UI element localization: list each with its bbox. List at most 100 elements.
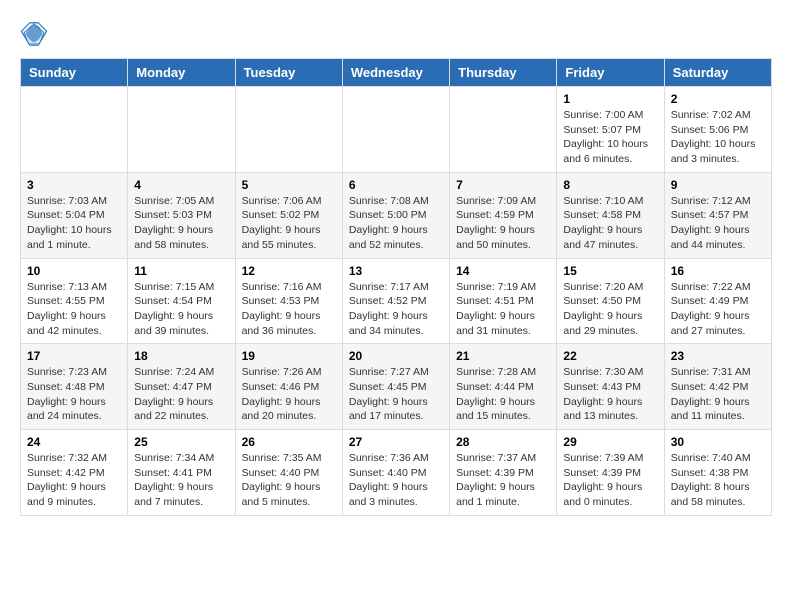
weekday-header-cell: Tuesday [235, 59, 342, 87]
day-number: 25 [134, 435, 228, 449]
day-info: Sunrise: 7:30 AM Sunset: 4:43 PM Dayligh… [563, 365, 657, 424]
day-number: 19 [242, 349, 336, 363]
calendar-week-row: 10 Sunrise: 7:13 AM Sunset: 4:55 PM Dayli… [21, 258, 772, 344]
calendar-day-cell: 26 Sunrise: 7:35 AM Sunset: 4:40 PM Dayli… [235, 430, 342, 516]
calendar-day-cell: 6 Sunrise: 7:08 AM Sunset: 5:00 PM Daylig… [342, 172, 449, 258]
day-info: Sunrise: 7:15 AM Sunset: 4:54 PM Dayligh… [134, 280, 228, 339]
calendar-day-cell: 13 Sunrise: 7:17 AM Sunset: 4:52 PM Dayli… [342, 258, 449, 344]
day-info: Sunrise: 7:19 AM Sunset: 4:51 PM Dayligh… [456, 280, 550, 339]
calendar-day-cell: 14 Sunrise: 7:19 AM Sunset: 4:51 PM Dayli… [450, 258, 557, 344]
day-number: 14 [456, 264, 550, 278]
calendar-day-cell: 2 Sunrise: 7:02 AM Sunset: 5:06 PM Daylig… [664, 87, 771, 173]
day-info: Sunrise: 7:20 AM Sunset: 4:50 PM Dayligh… [563, 280, 657, 339]
calendar-day-cell: 18 Sunrise: 7:24 AM Sunset: 4:47 PM Dayli… [128, 344, 235, 430]
day-info: Sunrise: 7:27 AM Sunset: 4:45 PM Dayligh… [349, 365, 443, 424]
day-number: 12 [242, 264, 336, 278]
calendar-day-cell: 15 Sunrise: 7:20 AM Sunset: 4:50 PM Dayli… [557, 258, 664, 344]
calendar-day-cell: 19 Sunrise: 7:26 AM Sunset: 4:46 PM Dayli… [235, 344, 342, 430]
calendar-day-cell: 5 Sunrise: 7:06 AM Sunset: 5:02 PM Daylig… [235, 172, 342, 258]
day-number: 13 [349, 264, 443, 278]
weekday-header-cell: Wednesday [342, 59, 449, 87]
weekday-header-row: SundayMondayTuesdayWednesdayThursdayFrid… [21, 59, 772, 87]
calendar-day-cell: 30 Sunrise: 7:40 AM Sunset: 4:38 PM Dayli… [664, 430, 771, 516]
day-number: 11 [134, 264, 228, 278]
day-number: 9 [671, 178, 765, 192]
calendar-day-cell [450, 87, 557, 173]
day-number: 26 [242, 435, 336, 449]
weekday-header-cell: Thursday [450, 59, 557, 87]
day-number: 3 [27, 178, 121, 192]
day-info: Sunrise: 7:37 AM Sunset: 4:39 PM Dayligh… [456, 451, 550, 510]
day-info: Sunrise: 7:34 AM Sunset: 4:41 PM Dayligh… [134, 451, 228, 510]
calendar-day-cell: 11 Sunrise: 7:15 AM Sunset: 4:54 PM Dayli… [128, 258, 235, 344]
calendar-day-cell: 1 Sunrise: 7:00 AM Sunset: 5:07 PM Daylig… [557, 87, 664, 173]
calendar-day-cell: 16Sunrise: 7:22 AM Sunset: 4:49 PM Dayli… [664, 258, 771, 344]
day-number: 4 [134, 178, 228, 192]
day-number: 10 [27, 264, 121, 278]
day-info: Sunrise: 7:26 AM Sunset: 4:46 PM Dayligh… [242, 365, 336, 424]
calendar-week-row: 24Sunrise: 7:32 AM Sunset: 4:42 PM Dayli… [21, 430, 772, 516]
day-info: Sunrise: 7:40 AM Sunset: 4:38 PM Dayligh… [671, 451, 765, 510]
day-number: 2 [671, 92, 765, 106]
day-info: Sunrise: 7:13 AM Sunset: 4:55 PM Dayligh… [27, 280, 121, 339]
weekday-header-cell: Monday [128, 59, 235, 87]
day-number: 17 [27, 349, 121, 363]
calendar-day-cell: 8Sunrise: 7:10 AM Sunset: 4:58 PM Daylig… [557, 172, 664, 258]
day-info: Sunrise: 7:31 AM Sunset: 4:42 PM Dayligh… [671, 365, 765, 424]
day-info: Sunrise: 7:17 AM Sunset: 4:52 PM Dayligh… [349, 280, 443, 339]
calendar-day-cell: 12 Sunrise: 7:16 AM Sunset: 4:53 PM Dayli… [235, 258, 342, 344]
day-info: Sunrise: 7:00 AM Sunset: 5:07 PM Dayligh… [563, 108, 657, 167]
day-info: Sunrise: 7:35 AM Sunset: 4:40 PM Dayligh… [242, 451, 336, 510]
header [20, 20, 772, 48]
calendar-day-cell: 25 Sunrise: 7:34 AM Sunset: 4:41 PM Dayli… [128, 430, 235, 516]
calendar-day-cell: 3Sunrise: 7:03 AM Sunset: 5:04 PM Daylig… [21, 172, 128, 258]
calendar-day-cell: 29 Sunrise: 7:39 AM Sunset: 4:39 PM Dayli… [557, 430, 664, 516]
weekday-header-cell: Sunday [21, 59, 128, 87]
day-number: 1 [563, 92, 657, 106]
logo [20, 20, 52, 48]
day-info: Sunrise: 7:06 AM Sunset: 5:02 PM Dayligh… [242, 194, 336, 253]
day-number: 28 [456, 435, 550, 449]
calendar-day-cell: 9 Sunrise: 7:12 AM Sunset: 4:57 PM Daylig… [664, 172, 771, 258]
day-info: Sunrise: 7:24 AM Sunset: 4:47 PM Dayligh… [134, 365, 228, 424]
calendar-day-cell [21, 87, 128, 173]
weekday-header-cell: Friday [557, 59, 664, 87]
day-number: 30 [671, 435, 765, 449]
day-number: 6 [349, 178, 443, 192]
day-number: 29 [563, 435, 657, 449]
calendar-day-cell [235, 87, 342, 173]
calendar-week-row: 3Sunrise: 7:03 AM Sunset: 5:04 PM Daylig… [21, 172, 772, 258]
calendar-day-cell: 22 Sunrise: 7:30 AM Sunset: 4:43 PM Dayli… [557, 344, 664, 430]
day-info: Sunrise: 7:02 AM Sunset: 5:06 PM Dayligh… [671, 108, 765, 167]
day-info: Sunrise: 7:22 AM Sunset: 4:49 PM Dayligh… [671, 280, 765, 339]
day-info: Sunrise: 7:09 AM Sunset: 4:59 PM Dayligh… [456, 194, 550, 253]
day-number: 22 [563, 349, 657, 363]
calendar-day-cell: 24Sunrise: 7:32 AM Sunset: 4:42 PM Dayli… [21, 430, 128, 516]
calendar-day-cell: 17 Sunrise: 7:23 AM Sunset: 4:48 PM Dayli… [21, 344, 128, 430]
calendar: SundayMondayTuesdayWednesdayThursdayFrid… [20, 58, 772, 516]
day-info: Sunrise: 7:16 AM Sunset: 4:53 PM Dayligh… [242, 280, 336, 339]
day-info: Sunrise: 7:23 AM Sunset: 4:48 PM Dayligh… [27, 365, 121, 424]
logo-icon [20, 20, 48, 48]
day-number: 7 [456, 178, 550, 192]
calendar-body: 1 Sunrise: 7:00 AM Sunset: 5:07 PM Daylig… [21, 87, 772, 516]
day-number: 20 [349, 349, 443, 363]
calendar-day-cell: 21Sunrise: 7:28 AM Sunset: 4:44 PM Dayli… [450, 344, 557, 430]
day-info: Sunrise: 7:08 AM Sunset: 5:00 PM Dayligh… [349, 194, 443, 253]
day-info: Sunrise: 7:05 AM Sunset: 5:03 PM Dayligh… [134, 194, 228, 253]
day-number: 23 [671, 349, 765, 363]
day-number: 5 [242, 178, 336, 192]
day-info: Sunrise: 7:39 AM Sunset: 4:39 PM Dayligh… [563, 451, 657, 510]
day-number: 27 [349, 435, 443, 449]
day-info: Sunrise: 7:32 AM Sunset: 4:42 PM Dayligh… [27, 451, 121, 510]
calendar-day-cell: 20 Sunrise: 7:27 AM Sunset: 4:45 PM Dayli… [342, 344, 449, 430]
day-info: Sunrise: 7:12 AM Sunset: 4:57 PM Dayligh… [671, 194, 765, 253]
day-number: 15 [563, 264, 657, 278]
calendar-day-cell [342, 87, 449, 173]
calendar-day-cell [128, 87, 235, 173]
calendar-day-cell: 28 Sunrise: 7:37 AM Sunset: 4:39 PM Dayli… [450, 430, 557, 516]
day-info: Sunrise: 7:10 AM Sunset: 4:58 PM Dayligh… [563, 194, 657, 253]
calendar-day-cell: 7 Sunrise: 7:09 AM Sunset: 4:59 PM Daylig… [450, 172, 557, 258]
day-number: 18 [134, 349, 228, 363]
calendar-day-cell: 10 Sunrise: 7:13 AM Sunset: 4:55 PM Dayli… [21, 258, 128, 344]
